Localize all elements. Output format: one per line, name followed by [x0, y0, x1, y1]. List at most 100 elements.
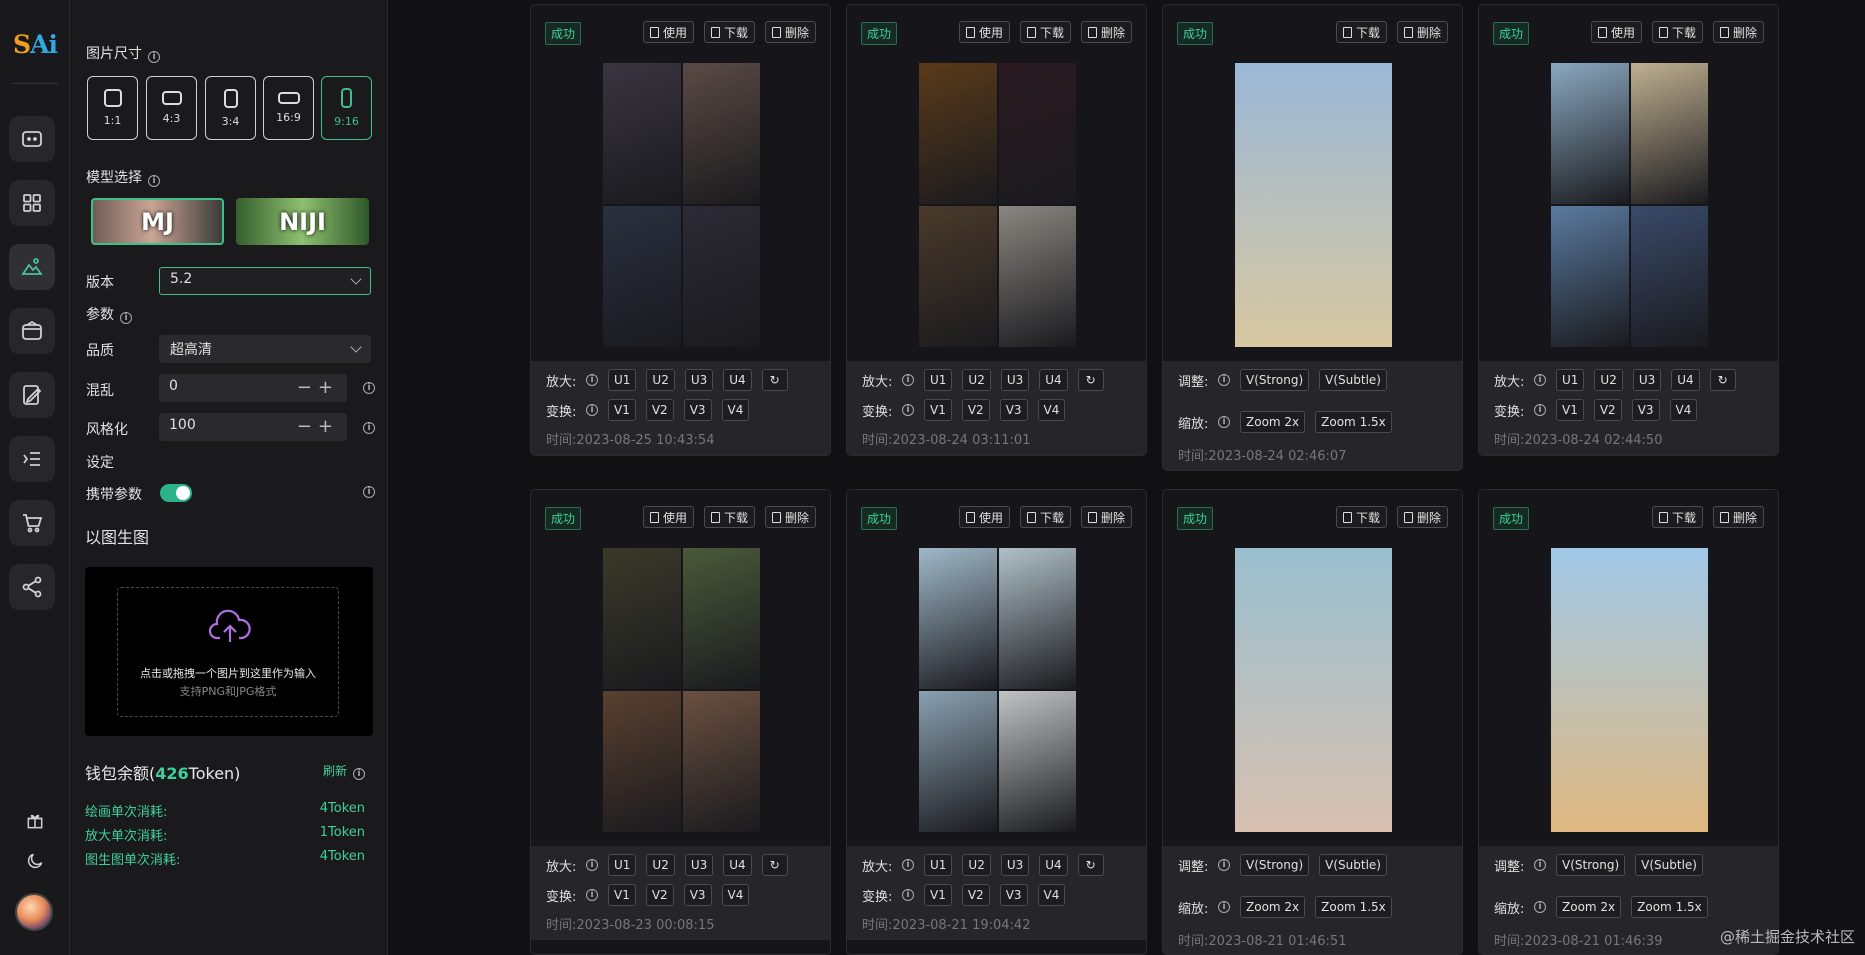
action-chip[interactable]: Zoom 1.5x [1315, 411, 1392, 433]
action-chip[interactable]: V1 [924, 399, 952, 421]
action-chip[interactable]: U4 [723, 369, 752, 391]
image-tile[interactable] [1551, 206, 1629, 347]
action-chip[interactable]: U2 [646, 854, 675, 876]
action-chip[interactable]: V3 [683, 399, 712, 421]
info-icon[interactable]: i [353, 768, 366, 780]
info-icon[interactable]: i [363, 486, 375, 498]
image-tile[interactable] [1630, 63, 1708, 204]
action-download-button[interactable]: 下载 [1335, 506, 1387, 528]
image-tile[interactable] [919, 691, 997, 832]
action-chip[interactable]: U2 [962, 854, 991, 876]
action-chip[interactable]: U1 [924, 369, 953, 391]
action-chip[interactable]: U1 [608, 854, 637, 876]
list-nav-button[interactable] [9, 436, 55, 482]
action-chip[interactable]: Zoom 1.5x [1315, 896, 1392, 918]
size-option[interactable]: 9:16 [321, 76, 372, 140]
action-download-button[interactable]: 下载 [1019, 506, 1071, 528]
action-chip[interactable]: V2 [1593, 399, 1622, 421]
action-download-button[interactable]: 下载 [1335, 21, 1387, 43]
refresh-chip[interactable]: ↻ [761, 854, 788, 876]
action-chip[interactable]: V(Strong) [1556, 854, 1626, 876]
quality-select[interactable]: 超高清 [159, 335, 371, 363]
action-chip[interactable]: V2 [961, 884, 990, 906]
action-chip[interactable]: U3 [1000, 854, 1030, 876]
action-chip[interactable]: V1 [608, 884, 636, 906]
action-chip[interactable]: V1 [924, 884, 952, 906]
action-chip[interactable]: U4 [723, 854, 752, 876]
info-icon[interactable]: i [120, 312, 132, 324]
action-chip[interactable]: V3 [1631, 399, 1660, 421]
image-tile[interactable] [1630, 206, 1708, 347]
image-gen-nav-button[interactable] [9, 244, 55, 290]
info-icon[interactable]: i [1534, 901, 1546, 913]
image-tile[interactable] [919, 548, 997, 689]
generated-image[interactable] [1551, 63, 1708, 347]
wallet-nav-button[interactable] [9, 308, 55, 354]
info-icon[interactable]: i [148, 51, 160, 63]
action-use-button[interactable]: 使用 [958, 506, 1010, 528]
action-use-button[interactable]: 使用 [642, 21, 694, 43]
image-tile[interactable] [919, 63, 997, 204]
image-tile[interactable] [998, 206, 1076, 347]
model-option-niji[interactable]: NIJI [236, 198, 369, 245]
generated-image[interactable] [603, 548, 760, 832]
action-chip[interactable]: V4 [1669, 399, 1698, 421]
info-icon[interactable]: i [586, 404, 598, 416]
action-delete-button[interactable]: 删除 [764, 506, 816, 528]
info-icon[interactable]: i [1218, 901, 1230, 913]
action-chip[interactable]: U2 [1594, 369, 1623, 391]
generated-image[interactable] [1235, 63, 1392, 347]
action-chip[interactable]: U4 [1039, 854, 1068, 876]
upload-dropzone[interactable]: 点击或拖拽一个图片到这里作为输入 支持PNG和JPG格式 [117, 587, 339, 717]
image-tile[interactable] [1551, 63, 1629, 204]
gift-button[interactable] [22, 808, 48, 834]
chat-nav-button[interactable] [9, 116, 55, 162]
edit-nav-button[interactable] [9, 372, 55, 418]
size-option[interactable]: 16:9 [263, 76, 314, 140]
action-use-button[interactable]: 使用 [1590, 21, 1642, 43]
user-avatar[interactable] [15, 893, 53, 931]
info-icon[interactable]: i [1218, 374, 1230, 386]
action-chip[interactable]: V2 [645, 884, 674, 906]
image-tile[interactable] [603, 548, 681, 689]
action-download-button[interactable]: 下载 [1019, 21, 1071, 43]
image-tile[interactable] [603, 63, 681, 204]
info-icon[interactable]: i [363, 422, 375, 434]
model-option-mj[interactable]: MJ [91, 198, 224, 245]
info-icon[interactable]: i [902, 404, 914, 416]
generated-image[interactable] [603, 63, 760, 347]
action-chip[interactable]: V(Subtle) [1635, 854, 1703, 876]
generated-image[interactable] [919, 63, 1076, 347]
action-download-button[interactable]: 下载 [1651, 506, 1703, 528]
action-chip[interactable]: V3 [683, 884, 712, 906]
action-chip[interactable]: U2 [646, 369, 675, 391]
action-delete-button[interactable]: 删除 [1080, 506, 1132, 528]
action-chip[interactable]: V4 [721, 399, 750, 421]
refresh-chip[interactable]: ↻ [1709, 369, 1736, 391]
action-chip[interactable]: U2 [962, 369, 991, 391]
info-icon[interactable]: i [586, 889, 598, 901]
action-delete-button[interactable]: 删除 [764, 21, 816, 43]
action-chip[interactable]: V4 [721, 884, 750, 906]
size-option[interactable]: 3:4 [205, 76, 256, 140]
info-icon[interactable]: i [1534, 859, 1546, 871]
action-chip[interactable]: U4 [1039, 369, 1068, 391]
image-tile[interactable] [603, 206, 681, 347]
image-tile[interactable] [682, 548, 760, 689]
refresh-chip[interactable]: ↻ [1077, 369, 1104, 391]
image-tile[interactable] [998, 63, 1076, 204]
action-chip[interactable]: Zoom 2x [1556, 896, 1622, 918]
action-chip[interactable]: U3 [1632, 369, 1662, 391]
action-chip[interactable]: V1 [1556, 399, 1584, 421]
info-icon[interactable]: i [363, 382, 375, 394]
image-tile[interactable] [919, 206, 997, 347]
action-chip[interactable]: U1 [924, 854, 953, 876]
refresh-chip[interactable]: ↻ [761, 369, 788, 391]
action-chip[interactable]: U1 [608, 369, 637, 391]
stylize-input[interactable]: 100 −+ [159, 413, 347, 441]
action-chip[interactable]: V(Subtle) [1319, 369, 1387, 391]
action-chip[interactable]: V3 [999, 884, 1028, 906]
action-chip[interactable]: V4 [1037, 399, 1066, 421]
apps-nav-button[interactable] [9, 180, 55, 226]
action-download-button[interactable]: 下载 [703, 506, 755, 528]
